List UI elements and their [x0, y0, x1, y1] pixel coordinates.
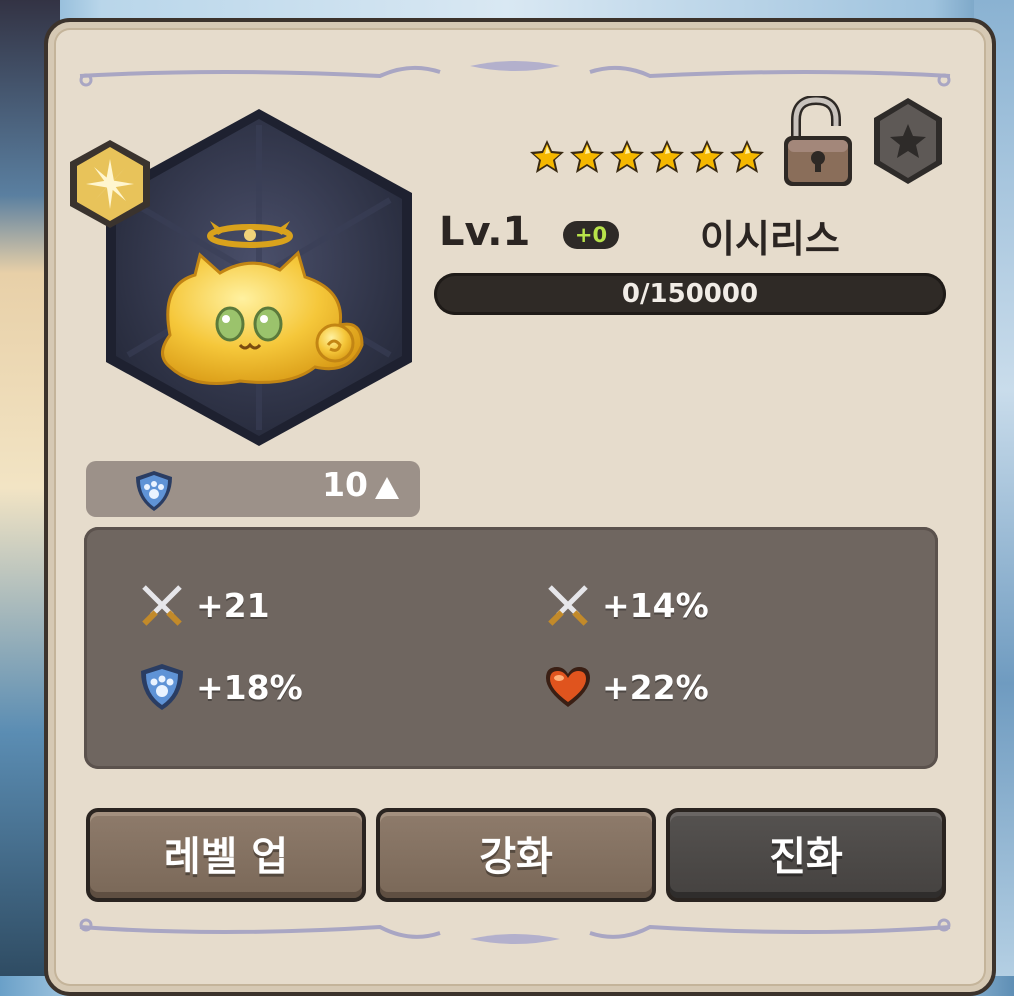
level-up-button[interactable]: 레벨 업: [86, 808, 366, 902]
evolve-button[interactable]: 진화: [666, 808, 946, 902]
pet-level: Lv.1: [439, 209, 531, 255]
crossed-swords-icon: [548, 585, 588, 626]
enhance-button[interactable]: 강화: [376, 808, 656, 902]
star-icon: [530, 140, 564, 173]
star-icon: [570, 140, 604, 173]
up-arrow-icon: [374, 476, 400, 500]
stat-value: +22%: [602, 667, 709, 707]
stat-hp-percent: +22%: [542, 661, 709, 713]
star-icon: [730, 140, 764, 173]
combat-power-value: 10: [322, 465, 368, 504]
enhance-badge: +0: [563, 221, 619, 249]
pet-name: 이시리스: [700, 217, 840, 261]
rank-badge-icon: [66, 137, 154, 231]
star-icon: [610, 140, 644, 173]
star-icon: [690, 140, 724, 173]
bottom-ornament: [70, 915, 960, 944]
stat-value: +14%: [602, 585, 709, 625]
shield-paw-icon: [132, 469, 176, 513]
shield-paw-icon: [141, 664, 183, 710]
top-ornament: [70, 58, 960, 87]
favorite-star-icon[interactable]: [872, 96, 944, 186]
experience-bar: 0/150000: [434, 273, 946, 315]
heart-icon: [546, 667, 590, 707]
unlocked-padlock-icon[interactable]: [782, 94, 854, 188]
experience-text: 0/150000: [621, 279, 759, 309]
stat-value: +21: [196, 585, 270, 625]
stats-panel: +21 +14% +18% +22%: [84, 527, 938, 769]
stat-value: +18%: [196, 667, 303, 707]
crossed-swords-icon: [142, 585, 182, 626]
star-rating: [528, 138, 766, 176]
combat-power-pill: 10: [86, 461, 420, 517]
stat-defense-percent: +18%: [136, 661, 303, 713]
stat-attack-percent: +14%: [542, 579, 709, 631]
stat-attack-flat: +21: [136, 579, 270, 631]
star-icon: [650, 140, 684, 173]
